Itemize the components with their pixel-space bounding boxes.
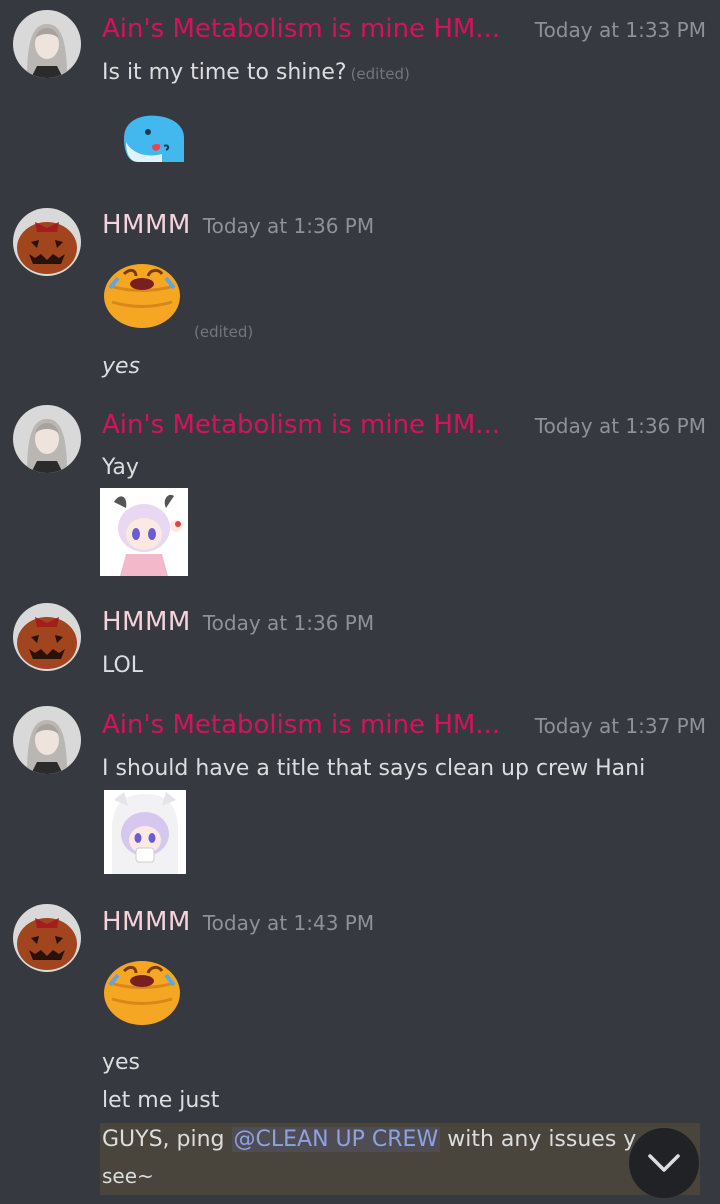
anime-girl-wave-emoji[interactable]: [100, 488, 188, 576]
message-header: HMMM Today at 1:36 PM: [102, 607, 706, 647]
message-text: yes: [102, 1050, 140, 1075]
timestamp: Today at 1:36 PM: [202, 611, 375, 635]
anime-girl-hood-emoji[interactable]: [104, 790, 186, 874]
message-content: let me just: [102, 1088, 220, 1113]
timestamp: Today at 1:37 PM: [534, 714, 706, 738]
username[interactable]: Ain's Metabolism is mine HM...: [102, 410, 500, 440]
blue-whale-emoji[interactable]: [118, 108, 190, 168]
message-text: yes: [102, 354, 140, 379]
laughing-blob-emoji[interactable]: [100, 258, 184, 330]
avatar[interactable]: [13, 10, 81, 78]
username[interactable]: HMMM: [102, 210, 191, 240]
avatar[interactable]: [13, 706, 81, 774]
avatar[interactable]: [13, 603, 81, 671]
message-text: LOL: [102, 653, 143, 678]
username[interactable]: Ain's Metabolism is mine HM...: [102, 710, 500, 740]
timestamp: Today at 1:33 PM: [534, 18, 706, 42]
message-header: Ain's Metabolism is mine HM... Today at …: [102, 14, 706, 54]
jump-to-bottom-button[interactable]: [629, 1128, 699, 1198]
message-text: Is it my time to shine? (edited): [102, 60, 410, 85]
message-content: see~: [102, 1164, 154, 1188]
message-header: HMMM Today at 1:43 PM: [102, 907, 706, 947]
message-text: let me just: [102, 1088, 219, 1113]
message-text: GUYS, ping @CLEAN UP CREW with any issue…: [102, 1127, 636, 1152]
message-content: GUYS, ping: [102, 1127, 232, 1152]
role-mention[interactable]: @CLEAN UP CREW: [231, 1127, 441, 1152]
timestamp: Today at 1:36 PM: [202, 214, 375, 238]
message-text: Yay: [102, 455, 139, 480]
message-text: see~: [102, 1164, 154, 1188]
timestamp: Today at 1:43 PM: [202, 911, 375, 935]
avatar[interactable]: [13, 405, 81, 473]
message-header: HMMM Today at 1:36 PM: [102, 210, 706, 250]
message-header: Ain's Metabolism is mine HM... Today at …: [102, 710, 706, 750]
message-content: LOL: [102, 653, 144, 678]
timestamp: Today at 1:36 PM: [534, 414, 706, 438]
chevron-down-icon: [648, 1154, 680, 1172]
message-text: I should have a title that says clean up…: [102, 756, 645, 781]
message-content: I should have a title that says clean up…: [102, 756, 646, 781]
username[interactable]: HMMM: [102, 607, 191, 637]
username[interactable]: HMMM: [102, 907, 191, 937]
avatar[interactable]: [13, 208, 81, 276]
edited-label: (edited): [350, 65, 410, 83]
message-content: with any issues y: [440, 1127, 637, 1152]
message-content: yes: [102, 1050, 141, 1075]
message-content: yes: [102, 354, 141, 379]
avatar[interactable]: [13, 904, 81, 972]
message-header: Ain's Metabolism is mine HM... Today at …: [102, 410, 706, 450]
message-content: Is it my time to shine?: [102, 60, 347, 85]
edited-label: (edited): [194, 323, 254, 341]
message-text: (edited): [190, 318, 253, 343]
laughing-blob-emoji[interactable]: [100, 955, 184, 1027]
message-content: Yay: [102, 455, 139, 480]
username[interactable]: Ain's Metabolism is mine HM...: [102, 14, 500, 44]
